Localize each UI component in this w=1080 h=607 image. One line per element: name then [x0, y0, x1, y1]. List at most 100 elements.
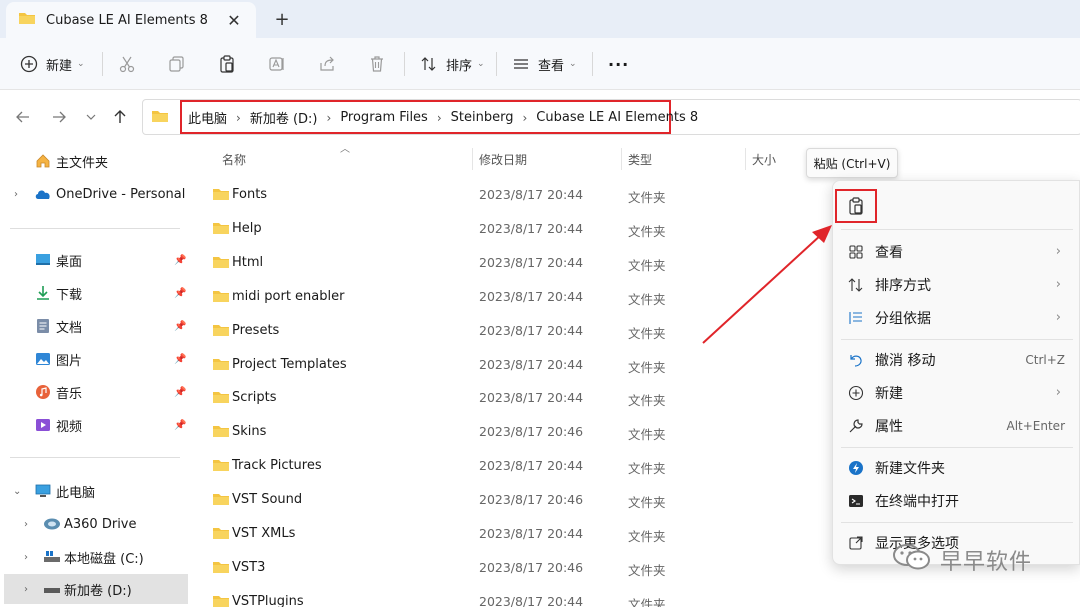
music-icon — [35, 384, 51, 404]
view-button[interactable]: 查看 ⌄ — [512, 50, 577, 78]
file-date: 2023/8/17 20:44 — [479, 356, 584, 372]
file-row[interactable]: VST Sound 2023/8/17 20:46 文件夹 — [190, 483, 830, 517]
pin-icon[interactable]: 📌 — [174, 387, 186, 398]
column-type[interactable]: 类型 — [628, 151, 652, 168]
breadcrumb-item[interactable]: Cubase LE AI Elements 8 — [536, 110, 698, 125]
file-row[interactable]: Presets 2023/8/17 20:44 文件夹 — [190, 314, 830, 348]
file-row[interactable]: Fonts 2023/8/17 20:44 文件夹 — [190, 178, 830, 212]
tab-cubase[interactable]: Cubase LE AI Elements 8 ✕ — [6, 2, 256, 38]
file-row[interactable]: Html 2023/8/17 20:44 文件夹 — [190, 246, 830, 280]
file-row[interactable]: Project Templates 2023/8/17 20:44 文件夹 — [190, 348, 830, 382]
cloud-icon — [34, 188, 52, 204]
context-menu: 查看 › 排序方式 › 分组依据 › 撤消 移动 Ctrl+Z 新建 › 属性 — [832, 180, 1080, 565]
chevron-right-icon[interactable]: › — [327, 111, 332, 125]
pin-icon[interactable]: 📌 — [174, 420, 186, 431]
nav-item-label: 下载 — [56, 287, 83, 303]
menu-item-view[interactable]: 查看 › — [833, 235, 1080, 268]
column-divider[interactable] — [745, 148, 746, 170]
chevron-right-icon[interactable]: › — [24, 584, 36, 595]
chevron-right-icon[interactable]: › — [522, 111, 527, 125]
column-name[interactable]: 名称 — [222, 151, 246, 168]
breadcrumb-item[interactable]: Program Files — [340, 110, 428, 125]
file-row[interactable]: VST3 2023/8/17 20:46 文件夹 — [190, 551, 830, 585]
file-type: 文件夹 — [628, 495, 666, 511]
menu-item-label: 新建文件夹 — [875, 460, 945, 477]
file-row[interactable]: Track Pictures 2023/8/17 20:44 文件夹 — [190, 449, 830, 483]
share-button[interactable] — [318, 50, 336, 78]
nav-item-drive-c[interactable]: › 本地磁盘 (C:) — [0, 542, 190, 572]
file-row[interactable]: midi port enabler 2023/8/17 20:44 文件夹 — [190, 280, 830, 314]
file-row[interactable]: Scripts 2023/8/17 20:44 文件夹 — [190, 381, 830, 415]
chevron-right-icon[interactable]: › — [236, 111, 241, 125]
nav-item-drive-d[interactable]: › 新加卷 (D:) — [4, 574, 188, 604]
nav-item-onedrive[interactable]: › OneDrive - Personal — [0, 179, 190, 209]
nav-item-a360[interactable]: › A360 Drive — [0, 509, 190, 539]
file-name: Presets — [232, 322, 280, 338]
pin-icon[interactable]: 📌 — [174, 288, 186, 299]
wrench-icon — [847, 417, 865, 435]
pin-icon[interactable]: 📌 — [174, 354, 186, 365]
nav-item-documents[interactable]: 文档 📌 — [0, 311, 190, 341]
file-name: VST XMLs — [232, 526, 296, 541]
rename-button[interactable] — [268, 50, 286, 78]
file-row[interactable]: Skins 2023/8/17 20:46 文件夹 — [190, 415, 830, 449]
chevron-right-icon[interactable]: › — [437, 111, 442, 125]
paste-toolbar-button[interactable] — [218, 50, 236, 78]
nav-item-label: A360 Drive — [64, 516, 137, 532]
nav-item-this-pc[interactable]: ⌄ 此电脑 — [0, 476, 190, 506]
nav-item-videos[interactable]: 视频 📌 — [0, 410, 190, 440]
file-date: 2023/8/17 20:44 — [479, 254, 584, 270]
group-by-icon — [847, 309, 865, 327]
breadcrumb-item[interactable]: 新加卷 (D:) — [250, 108, 318, 127]
column-date[interactable]: 修改日期 — [479, 151, 527, 168]
chevron-right-icon[interactable]: › — [14, 189, 26, 200]
menu-item-new-folder[interactable]: 新建文件夹 — [833, 451, 1080, 484]
file-row[interactable]: Help 2023/8/17 20:44 文件夹 — [190, 212, 830, 246]
menu-item-open-terminal[interactable]: 在终端中打开 — [833, 484, 1080, 517]
nav-item-pictures[interactable]: 图片 📌 — [0, 344, 190, 374]
copy-button[interactable] — [168, 50, 186, 78]
menu-item-properties[interactable]: 属性 Alt+Enter — [833, 409, 1080, 442]
more-options-button[interactable]: ··· — [608, 50, 629, 78]
pin-icon[interactable]: 📌 — [174, 255, 186, 266]
recent-chevron-down-icon[interactable] — [80, 106, 102, 128]
breadcrumb-item[interactable]: 此电脑 — [188, 108, 227, 127]
file-row[interactable]: VST XMLs 2023/8/17 20:44 文件夹 — [190, 517, 830, 551]
cut-button[interactable] — [118, 50, 136, 78]
column-size[interactable]: 大小 — [752, 151, 776, 168]
close-tab-icon[interactable]: ✕ — [224, 10, 244, 30]
breadcrumb-item[interactable]: Steinberg — [451, 110, 514, 125]
sort-button[interactable]: 排序 ⌄ — [420, 50, 485, 78]
delete-button[interactable] — [368, 50, 386, 78]
pin-icon[interactable]: 📌 — [174, 321, 186, 332]
file-date: 2023/8/17 20:46 — [479, 492, 584, 508]
column-divider[interactable] — [621, 148, 622, 170]
menu-item-undo[interactable]: 撤消 移动 Ctrl+Z — [833, 343, 1080, 376]
chevron-right-icon[interactable]: › — [24, 519, 36, 530]
command-bar: 新建 ⌄ 排序 ⌄ 查看 ⌄ ··· — [0, 38, 1080, 90]
toolbar-divider — [592, 52, 593, 76]
file-type: 文件夹 — [628, 562, 666, 578]
up-arrow-icon[interactable] — [109, 106, 131, 128]
nav-item-home[interactable]: 主文件夹 — [0, 146, 190, 176]
folder-icon — [212, 560, 230, 578]
chevron-right-icon[interactable]: › — [24, 552, 36, 563]
nav-item-desktop[interactable]: 桌面 📌 — [0, 245, 190, 275]
back-arrow-icon[interactable] — [12, 106, 34, 128]
new-button[interactable]: 新建 ⌄ — [20, 50, 85, 78]
menu-item-group-by[interactable]: 分组依据 › — [833, 301, 1080, 334]
nav-item-music[interactable]: 音乐 📌 — [0, 377, 190, 407]
file-row[interactable]: VSTPlugins 2023/8/17 20:44 文件夹 — [190, 585, 830, 607]
nav-item-downloads[interactable]: 下载 📌 — [0, 278, 190, 308]
paste-button[interactable] — [835, 189, 877, 223]
column-divider[interactable] — [472, 148, 473, 170]
new-tab-button[interactable]: + — [270, 8, 294, 30]
menu-item-label: 属性 — [875, 418, 903, 435]
menu-item-new[interactable]: 新建 › — [833, 376, 1080, 409]
desktop-icon — [35, 252, 51, 272]
chevron-down-icon: ⌄ — [77, 59, 85, 69]
forward-arrow-icon[interactable] — [48, 106, 70, 128]
menu-item-label: 撤消 移动 — [875, 352, 936, 369]
chevron-down-icon[interactable]: ⌄ — [13, 486, 25, 497]
menu-item-sort-by[interactable]: 排序方式 › — [833, 268, 1080, 301]
